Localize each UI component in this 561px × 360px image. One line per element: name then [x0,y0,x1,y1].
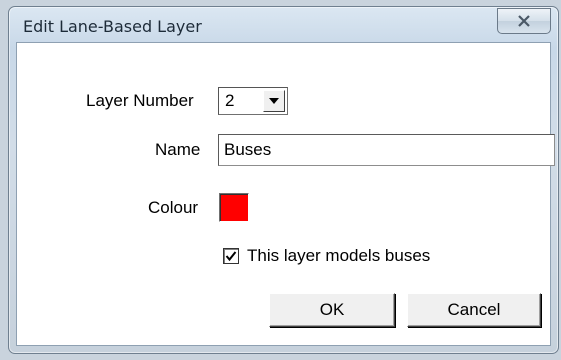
checkmark-icon [225,251,237,262]
dialog-window: Edit Lane-Based Layer Layer Number 2 Nam… [8,6,559,354]
ok-button[interactable]: OK [269,293,395,327]
close-icon [518,15,530,27]
bus-checkbox-label[interactable]: This layer models buses [247,246,430,266]
dropdown-arrow-icon [269,98,279,104]
colour-label: Colour [148,198,199,217]
close-button[interactable] [497,8,551,34]
dialog-title: Edit Lane-Based Layer [23,17,202,36]
layer-number-select[interactable]: 2 [218,87,288,115]
name-input[interactable] [218,134,555,166]
layer-number-label: Layer Number [86,91,194,110]
bus-checkbox[interactable] [223,248,239,264]
dialog-body: Layer Number 2 Name Colour This layer mo… [16,42,555,346]
layer-number-dropdown-button[interactable] [263,90,285,112]
layer-number-value: 2 [225,91,235,110]
name-label: Name [155,140,201,159]
cancel-button[interactable]: Cancel [407,293,541,327]
colour-swatch[interactable] [219,193,249,222]
